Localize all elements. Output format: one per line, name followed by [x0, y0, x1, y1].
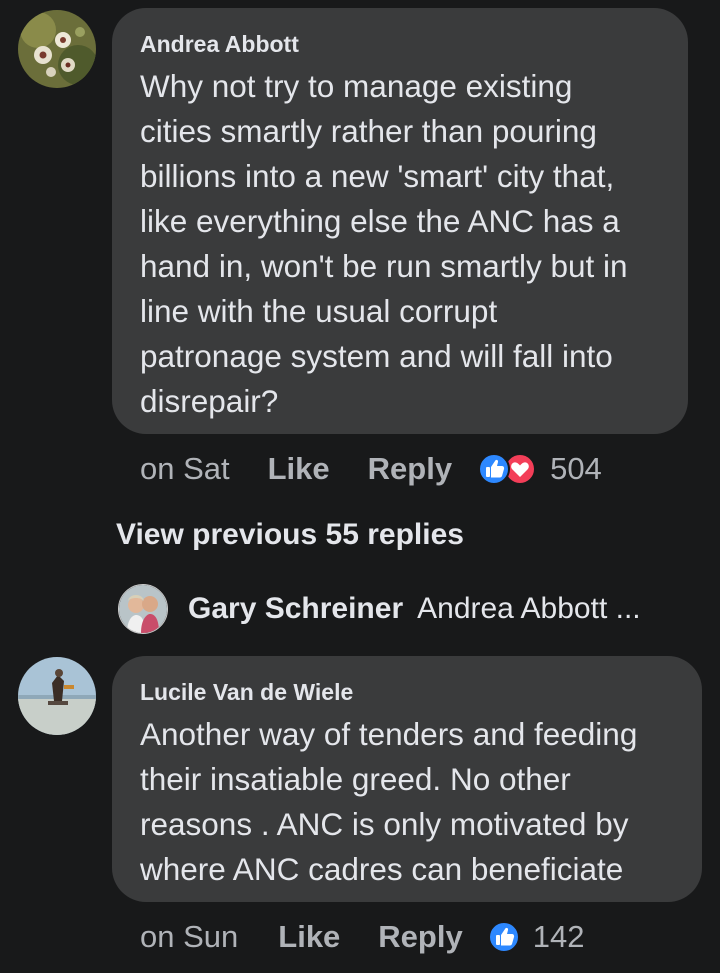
comment-timestamp[interactable]: on Sun	[140, 919, 238, 955]
reply-button[interactable]: Reply	[368, 451, 452, 487]
comment-actions: on Sun Like Reply 142	[140, 917, 584, 957]
comment-bubble: Andrea Abbott Why not try to manage exis…	[112, 8, 688, 434]
comment-author[interactable]: Andrea Abbott	[140, 30, 662, 58]
couple-avatar-image	[119, 585, 167, 633]
beach-avatar-image	[18, 657, 96, 735]
like-button[interactable]: Like	[278, 919, 340, 955]
reactions[interactable]: 142	[487, 919, 585, 955]
avatar[interactable]	[18, 657, 96, 735]
comment-thread: Andrea Abbott Why not try to manage exis…	[0, 0, 720, 973]
reaction-count: 142	[532, 919, 585, 954]
reply-author[interactable]: Gary Schreiner	[188, 592, 403, 626]
comment-text: Another way of tenders and feeding their…	[140, 716, 638, 887]
avatar[interactable]	[118, 584, 168, 634]
flower-avatar-image	[18, 10, 96, 88]
comment-bubble: Lucile Van de Wiele Another way of tende…	[112, 656, 702, 902]
comment-text: Why not try to manage existing cities sm…	[140, 68, 628, 419]
like-reaction-icon	[487, 921, 520, 953]
reply-button[interactable]: Reply	[378, 919, 462, 955]
avatar[interactable]	[18, 10, 96, 88]
reply-snippet: Andrea Abbott ...	[417, 592, 641, 625]
comment-author[interactable]: Lucile Van de Wiele	[140, 678, 676, 706]
reaction-count: 504	[550, 451, 602, 486]
reactions[interactable]: 504	[476, 451, 602, 487]
like-love-reaction-icon	[478, 453, 537, 485]
view-previous-replies-link[interactable]: View previous 55 replies	[116, 518, 464, 552]
comment-timestamp[interactable]: on Sat	[140, 451, 230, 487]
comment-actions: on Sat Like Reply 504	[140, 449, 602, 489]
reply-preview[interactable]: Gary Schreiner Andrea Abbott ...	[118, 584, 641, 634]
like-button[interactable]: Like	[268, 451, 330, 487]
